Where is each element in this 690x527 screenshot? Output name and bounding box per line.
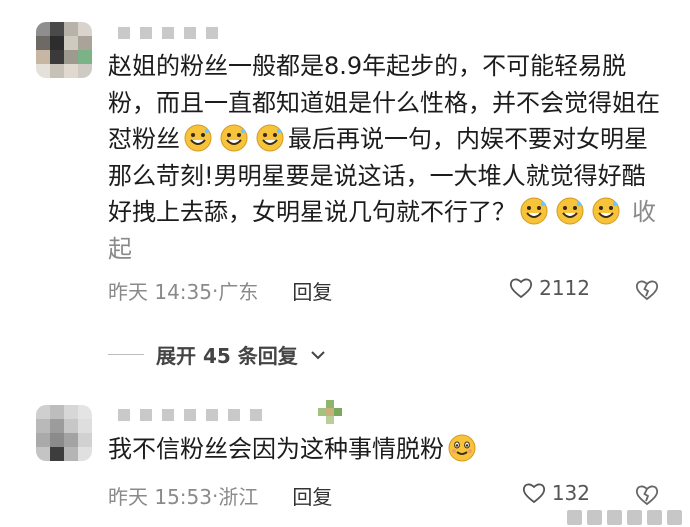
timestamp: 昨天 14:35 [108, 280, 212, 304]
comment-text-part1: 我不信粉丝会因为这种事情脱粉 [108, 435, 444, 463]
like-button[interactable]: 2112 [509, 276, 590, 300]
grinning-sweat-emoji [556, 197, 584, 225]
location: 广东 [218, 280, 259, 304]
divider [108, 354, 144, 355]
comment-text: 赵姐的粉丝一般都是8.9年起步的，不可能轻易脱粉，而且一直都知道姐是什么性格，并… [108, 48, 668, 267]
broken-heart-icon[interactable] [634, 278, 660, 302]
grinning-sweat-emoji [184, 124, 212, 152]
heart-icon [510, 278, 533, 299]
avatar[interactable] [36, 405, 92, 461]
smiling-emoji [448, 434, 476, 462]
heart-icon [522, 483, 545, 504]
comment-meta: 昨天 15:53 · 浙江 回复 [108, 481, 332, 510]
grinning-sweat-emoji [592, 197, 620, 225]
avatar[interactable] [36, 22, 92, 78]
chevron-down-icon [311, 350, 325, 359]
reply-button[interactable]: 回复 [292, 481, 332, 510]
comment-meta: 昨天 14:35 · 广东 回复 [108, 276, 332, 305]
grinning-sweat-emoji [256, 124, 284, 152]
broken-heart-icon[interactable] [634, 483, 660, 507]
timestamp: 昨天 15:53 [108, 485, 212, 509]
reply-button[interactable]: 回复 [292, 276, 332, 305]
grinning-sweat-emoji [520, 197, 548, 225]
expand-replies[interactable]: 展开 45 条回复 [108, 340, 326, 369]
username-badge [318, 400, 342, 424]
location: 浙江 [218, 485, 259, 509]
like-count: 132 [551, 481, 590, 505]
comment-text: 我不信粉丝会因为这种事情脱粉 [108, 431, 668, 468]
grinning-sweat-emoji [220, 124, 248, 152]
username[interactable] [118, 26, 218, 40]
like-count: 2112 [539, 276, 590, 300]
watermark [567, 510, 682, 525]
username[interactable] [118, 408, 262, 422]
expand-label: 展开 45 条回复 [156, 344, 298, 368]
like-button[interactable]: 132 [522, 481, 590, 505]
